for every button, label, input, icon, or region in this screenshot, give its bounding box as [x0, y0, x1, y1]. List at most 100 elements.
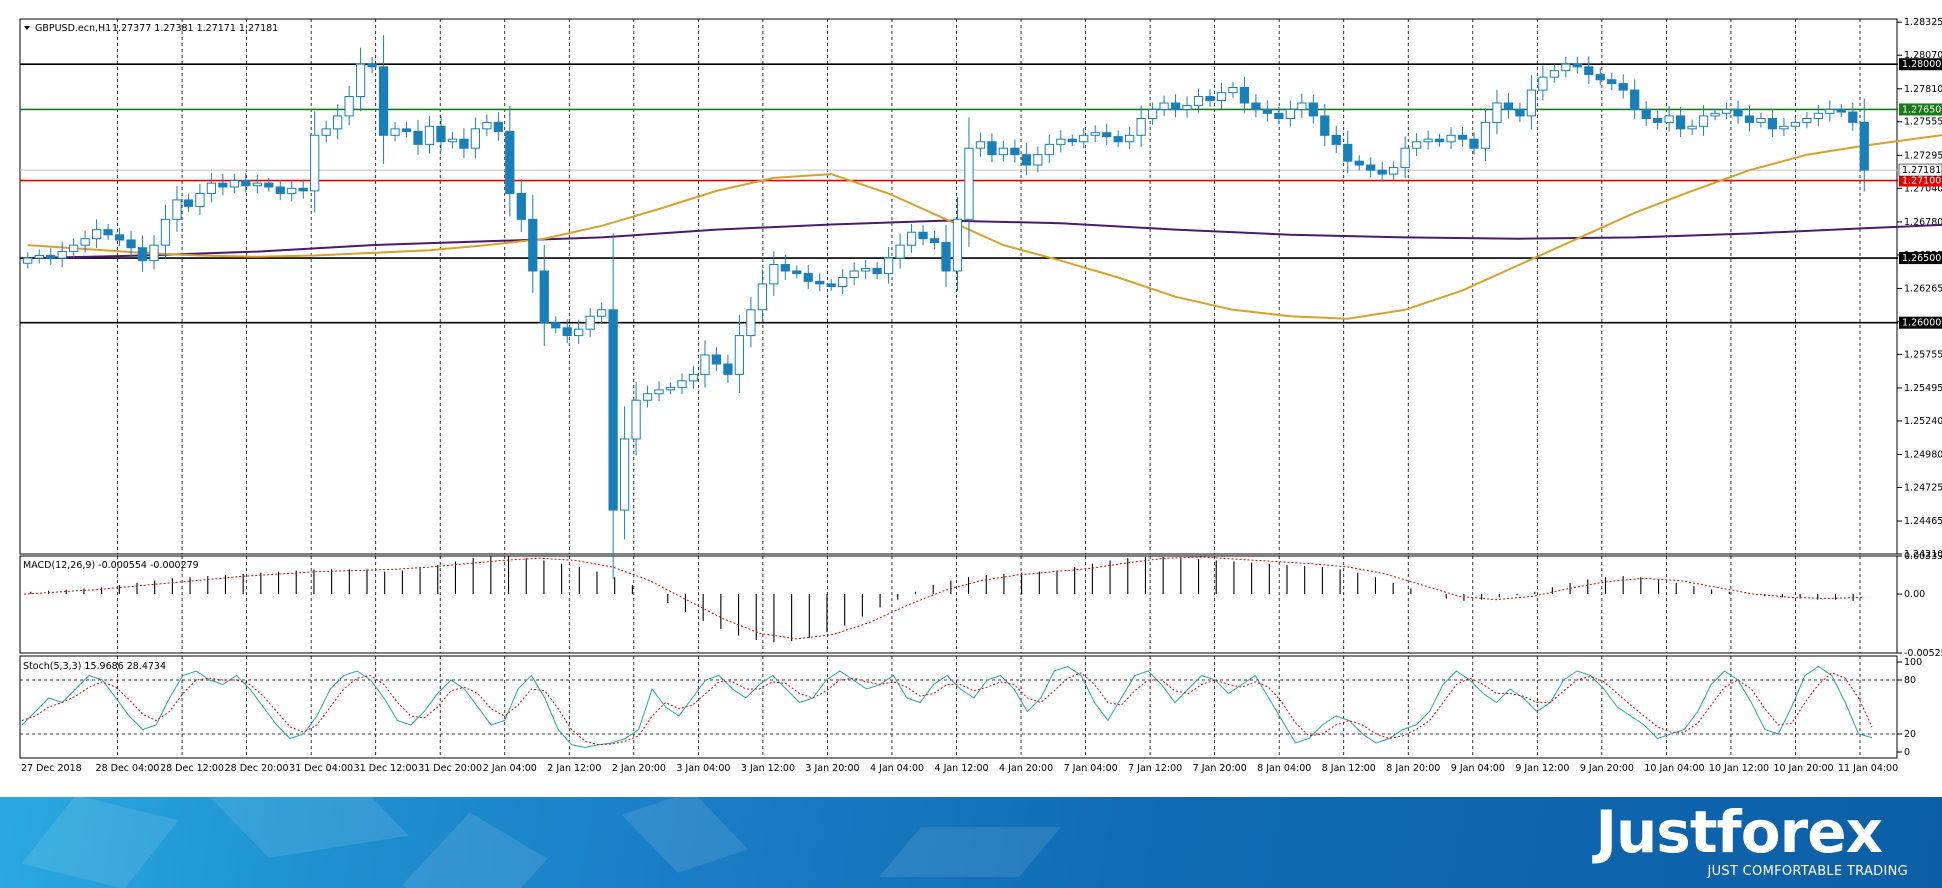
candle-body — [619, 438, 630, 511]
candle-body — [264, 182, 274, 188]
candle-body — [436, 125, 446, 143]
candle-body — [424, 125, 435, 145]
candle-body — [1767, 118, 1778, 130]
candle-body — [1641, 108, 1651, 120]
candle-body — [493, 121, 503, 132]
candle-body — [838, 276, 848, 287]
candle-body — [1067, 138, 1077, 143]
candle-body — [987, 141, 997, 156]
candle-body — [723, 363, 733, 375]
candle-body — [1859, 121, 1869, 171]
candle-body — [1836, 108, 1846, 113]
candle-body — [597, 309, 607, 317]
candle-body — [1102, 132, 1112, 138]
candle-body — [1308, 102, 1318, 117]
candle-body — [642, 393, 653, 401]
time-tick-label: 3 Jan 12:00 — [741, 763, 795, 774]
candle-body — [1411, 141, 1422, 149]
time-tick-label: 9 Jan 12:00 — [1515, 763, 1569, 774]
candle-body — [367, 63, 377, 68]
candle-body — [941, 242, 951, 272]
candle-body — [1687, 125, 1697, 130]
candle-body — [815, 280, 825, 285]
candle-body — [1331, 134, 1341, 145]
candle-body — [1515, 108, 1525, 117]
candle-body — [114, 234, 125, 241]
time-tick-label: 8 Jan 20:00 — [1386, 763, 1440, 774]
candle-body — [1377, 169, 1387, 175]
price-tick-label: 1.26265 — [1904, 283, 1942, 294]
candle-body — [447, 138, 458, 143]
candle-body — [390, 128, 400, 136]
time-tick-label: 2 Jan 20:00 — [612, 763, 666, 774]
candle-body — [1297, 102, 1307, 110]
candle-body — [1503, 102, 1514, 110]
candle-body — [1205, 96, 1215, 101]
candle-body — [321, 128, 331, 136]
time-tick-label: 7 Jan 12:00 — [1128, 763, 1182, 774]
candle-body — [1848, 111, 1858, 123]
level-tag-label: 1.28000 — [1902, 59, 1941, 70]
time-tick-label: 28 Dec 20:00 — [225, 763, 289, 774]
time-tick-label: 2 Jan 12:00 — [547, 763, 601, 774]
stoch-tick-label: 0 — [1904, 747, 1910, 758]
candle-body — [1400, 147, 1410, 169]
candle-body — [1756, 118, 1766, 123]
candle-body — [80, 238, 90, 246]
price-tick-label: 1.25240 — [1904, 416, 1942, 427]
candle-body — [929, 238, 940, 244]
price-tick-label: 1.28325 — [1904, 17, 1942, 28]
symbol-label: GBPUSD.ecn,H1 — [35, 23, 111, 34]
candle-body — [1710, 112, 1720, 117]
stoch-tick-label: 100 — [1904, 657, 1922, 668]
gbpusd-chart: 1.283251.280701.278101.275551.272951.270… — [0, 0, 1942, 797]
time-axis: 27 Dec 2018 28 Dec 04:00 28 Dec 12:00 28 De… — [21, 763, 1898, 774]
candle-body — [528, 218, 538, 272]
candle-body — [1010, 147, 1020, 156]
time-tick-label: 27 Dec 2018 — [21, 763, 82, 774]
time-tick-label: 10 Jan 04:00 — [1644, 763, 1704, 774]
candle-body — [1653, 118, 1663, 123]
candle-body — [252, 182, 262, 187]
candle-body — [206, 182, 217, 194]
stoch-label: Stoch(5,3,3) 15.9686 28.4734 — [23, 661, 166, 672]
candle-body — [287, 187, 297, 194]
candle-body — [1044, 143, 1054, 156]
price-tick-label: 1.27295 — [1904, 150, 1942, 161]
candle-body — [1262, 108, 1273, 114]
candle-body — [551, 322, 561, 329]
price-tick-label: 1.27555 — [1904, 117, 1942, 128]
candle-body — [482, 121, 492, 130]
time-tick-label: 2 Jan 04:00 — [483, 763, 537, 774]
candle-body — [1285, 108, 1295, 120]
candle-body — [355, 63, 366, 98]
candle-body — [1733, 108, 1743, 117]
time-tick-label: 3 Jan 04:00 — [676, 763, 730, 774]
candle-body — [46, 254, 56, 259]
candle-body — [1090, 132, 1100, 136]
candle-body — [1343, 143, 1353, 162]
candle-body — [126, 239, 136, 249]
candle-body — [149, 244, 159, 262]
candle-body — [746, 309, 756, 337]
candle-body — [1446, 134, 1456, 143]
candle-body — [1526, 89, 1537, 117]
macd-tick-label: 0.00 — [1904, 589, 1925, 600]
candle-body — [1274, 112, 1284, 120]
candle-body — [906, 231, 917, 246]
price-tick-label: 1.24465 — [1904, 516, 1942, 527]
current-price-label: 1.27181 — [1902, 165, 1941, 176]
justforex-logo: Justforex — [1595, 798, 1883, 866]
candle-body — [562, 327, 572, 337]
candle-body — [91, 229, 102, 240]
brand-banner: Justforex JUST COMFORTABLE TRADING — [0, 797, 1942, 888]
candle-body — [803, 273, 813, 282]
candle-body — [539, 270, 549, 324]
price-tick-label: 1.27810 — [1904, 84, 1942, 95]
macd-tick-label: 0.003393 — [1904, 551, 1942, 562]
candle-body — [1320, 115, 1330, 136]
time-tick-label: 10 Jan 12:00 — [1709, 763, 1769, 774]
candle-body — [1113, 136, 1123, 143]
time-tick-label: 7 Jan 20:00 — [1193, 763, 1247, 774]
price-tick-label: 1.25495 — [1904, 383, 1942, 394]
